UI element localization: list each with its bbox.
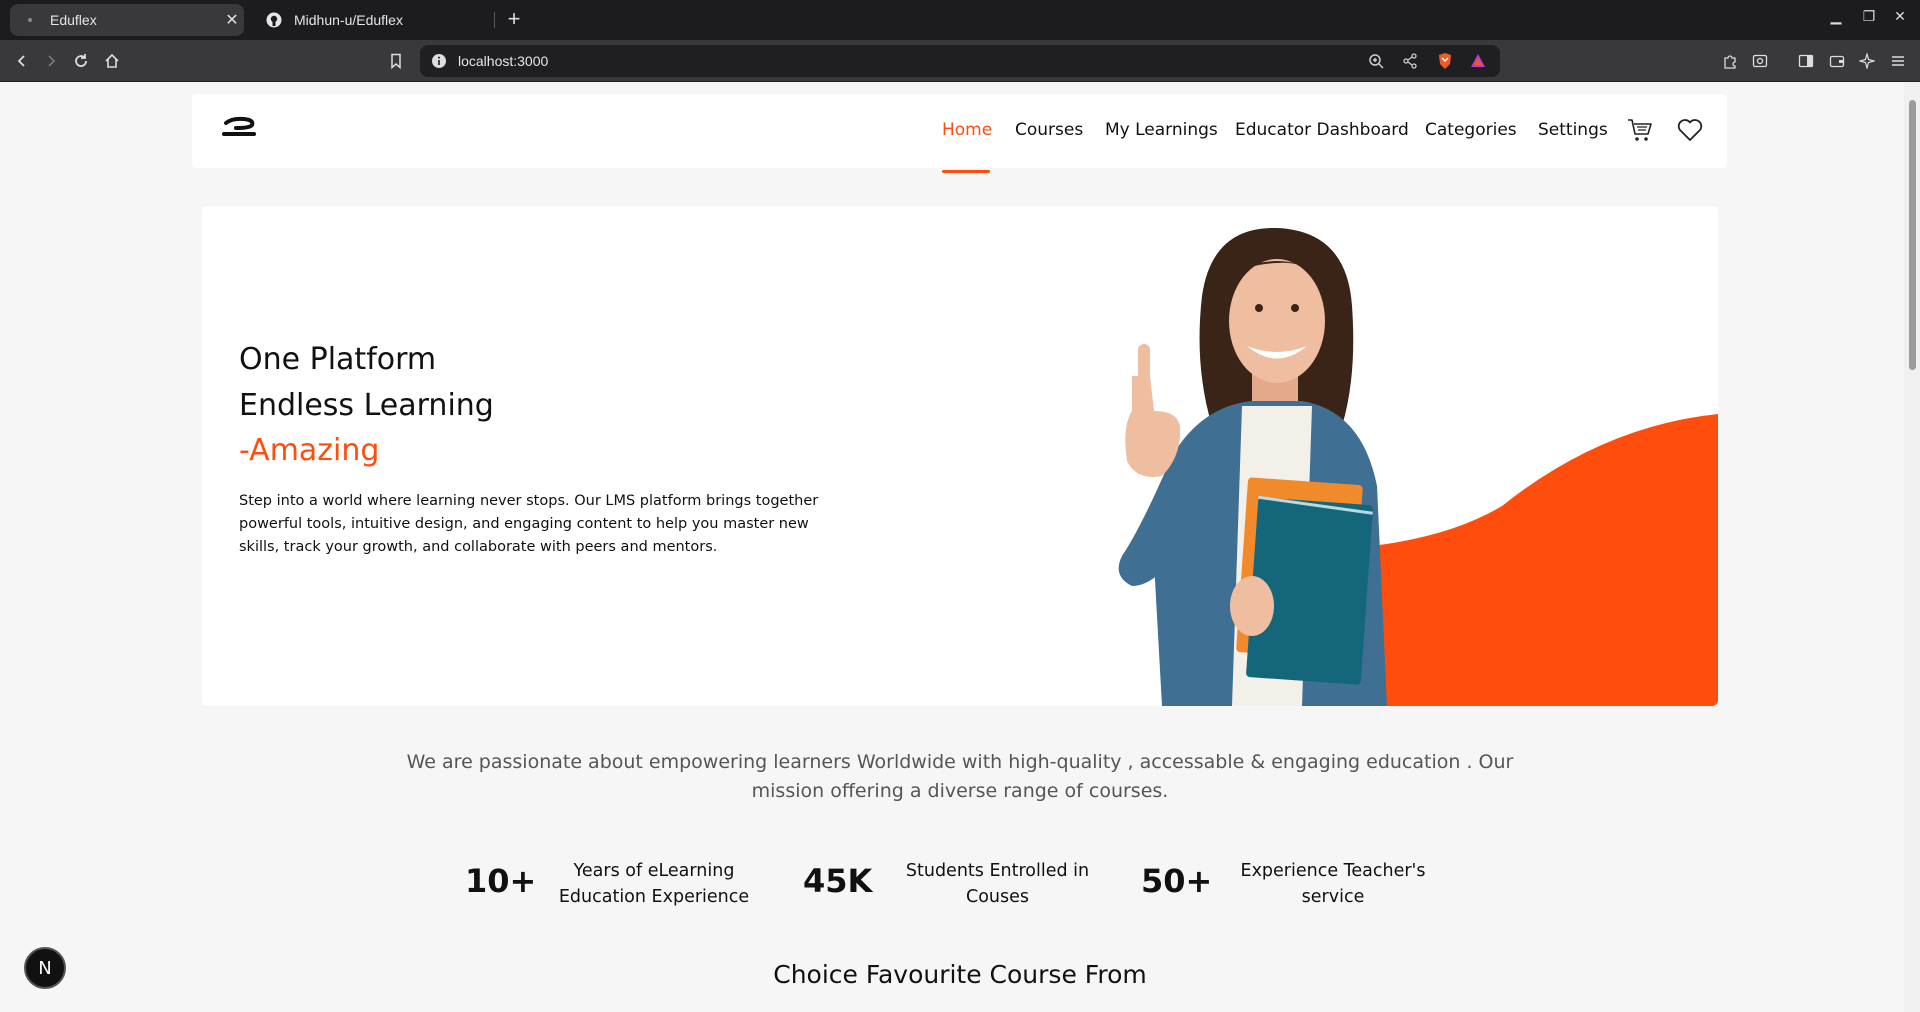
- nav-active-indicator: [942, 170, 990, 173]
- cart-icon[interactable]: [1626, 116, 1654, 144]
- new-tab-button[interactable]: +: [500, 6, 528, 34]
- rewards-icon[interactable]: [1468, 51, 1488, 71]
- wishlist-heart-icon[interactable]: [1676, 116, 1704, 144]
- stat-students-label: Students Entrolled in Couses: [905, 861, 1090, 907]
- brave-shield-icon[interactable]: [1435, 51, 1455, 71]
- stat-teachers-value: 50+: [1141, 862, 1213, 900]
- hero-title-line2: Endless Learning: [239, 388, 494, 423]
- nav-my-learnings[interactable]: My Learnings: [1105, 120, 1218, 140]
- maximize-icon[interactable]: ❐: [1857, 8, 1881, 25]
- tab-title: Midhun-u/Eduflex: [294, 12, 403, 28]
- nav-home[interactable]: Home: [942, 120, 992, 140]
- github-icon: [266, 12, 282, 28]
- stat-years-label: Years of eLearning Education Experience: [558, 861, 750, 907]
- reload-icon[interactable]: [70, 50, 92, 72]
- zoom-icon[interactable]: [1366, 51, 1386, 71]
- extensions-icon[interactable]: [1719, 50, 1741, 72]
- nav-educator-dashboard[interactable]: Educator Dashboard: [1235, 120, 1409, 140]
- tab-eduflex[interactable]: Eduflex ✕: [10, 4, 244, 36]
- nav-categories[interactable]: Categories: [1425, 120, 1517, 140]
- share-icon[interactable]: [1400, 51, 1420, 71]
- browser-toolbar: localhost:3000: [0, 40, 1920, 82]
- menu-icon[interactable]: [1887, 50, 1909, 72]
- site-info-icon[interactable]: [430, 52, 448, 70]
- student-illustration: [1118, 227, 1387, 706]
- sidebar-icon[interactable]: [1795, 50, 1817, 72]
- top-navbar: Home Courses My Learnings Educator Dashb…: [192, 94, 1727, 173]
- back-icon[interactable]: [11, 50, 33, 72]
- orange-wave-decoration: [1372, 414, 1718, 706]
- close-window-icon[interactable]: ✕: [1888, 8, 1912, 25]
- hero-title-highlight: -Amazing: [239, 433, 380, 468]
- nextjs-dev-badge[interactable]: N: [24, 947, 66, 989]
- page-viewport: Home Courses My Learnings Educator Dashb…: [0, 82, 1904, 1012]
- mission-statement: We are passionate about empowering learn…: [406, 751, 1514, 802]
- browser-tab-bar: Eduflex ✕ Midhun-u/Eduflex + ▁ ❐ ✕: [0, 0, 1920, 40]
- eduflex-logo-icon[interactable]: [222, 116, 258, 140]
- stat-years-value: 10+: [465, 862, 537, 900]
- favicon-icon: [22, 12, 38, 28]
- wallet-icon[interactable]: [1826, 50, 1848, 72]
- nav-settings[interactable]: Settings: [1538, 120, 1608, 140]
- hero-title-line1: One Platform: [239, 342, 437, 377]
- tab-github[interactable]: Midhun-u/Eduflex: [254, 4, 494, 36]
- close-tab-icon[interactable]: ✕: [220, 10, 244, 30]
- tab-title: Eduflex: [50, 12, 97, 28]
- page-scrollbar[interactable]: [1904, 82, 1920, 1012]
- hero-description: Step into a world where learning never s…: [239, 493, 819, 555]
- url-text: localhost:3000: [458, 53, 549, 69]
- address-bar[interactable]: localhost:3000: [420, 45, 1500, 77]
- tab-separator: [494, 12, 495, 28]
- leo-ai-icon[interactable]: [1856, 50, 1878, 72]
- stat-teachers-label: Experience Teacher's service: [1240, 861, 1426, 907]
- minimize-icon[interactable]: ▁: [1824, 8, 1848, 25]
- bookmark-icon[interactable]: [385, 50, 407, 72]
- forward-icon[interactable]: [40, 50, 62, 72]
- stat-students-value: 45K: [803, 862, 873, 900]
- nav-courses[interactable]: Courses: [1015, 120, 1083, 140]
- scrollbar-thumb[interactable]: [1909, 100, 1916, 370]
- screenshot-icon[interactable]: [1749, 50, 1771, 72]
- course-section-title: Choice Favourite Course From: [773, 960, 1147, 989]
- home-icon[interactable]: [101, 50, 123, 72]
- hero-banner: One Platform Endless Learning -Amazing S…: [202, 206, 1718, 706]
